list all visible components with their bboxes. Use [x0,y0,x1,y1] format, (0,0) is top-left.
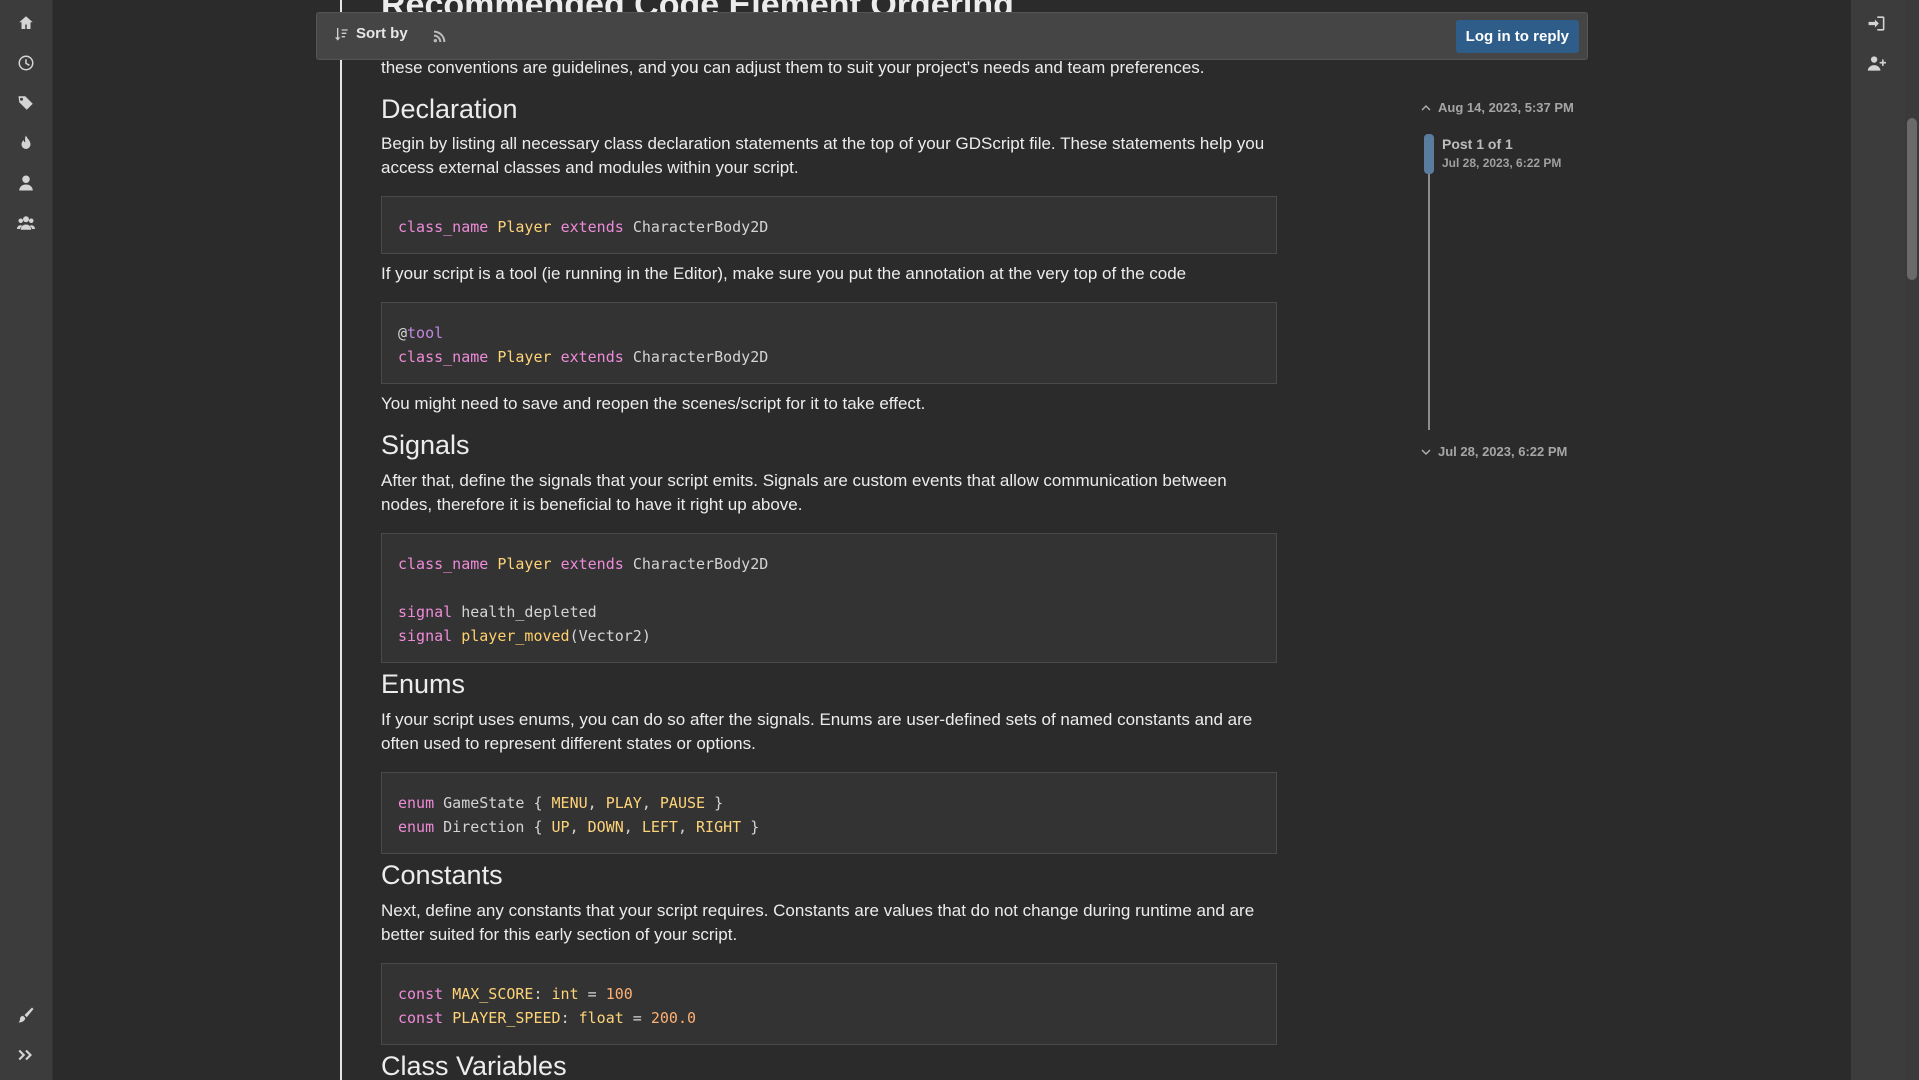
fire-icon[interactable] [14,131,38,155]
sort-button[interactable]: Sort by [333,25,408,42]
users-icon[interactable] [14,211,38,235]
expand-icon[interactable] [14,1043,38,1067]
enums-text: If your script uses enums, you can do so… [381,710,1253,753]
code-block-constants[interactable]: const MAX_SCORE: int = 100 const PLAYER_… [381,963,1277,1045]
heading-signals: Signals [381,430,470,460]
timeline-post-count: Post 1 of 1 [1442,136,1513,152]
rss-icon[interactable] [432,28,448,44]
declaration-text: Begin by listing all necessary class dec… [381,134,1265,177]
code-block-enums[interactable]: enum GameState { MENU, PLAY, PAUSE } enu… [381,772,1277,854]
timeline-handle[interactable] [1424,134,1434,174]
heading-class-variables: Class Variables [381,1051,567,1080]
reopen-text: You might need to save and reopen the sc… [381,394,926,413]
heading-declaration: Declaration [381,94,518,124]
tags-icon[interactable] [14,91,38,115]
chevron-down-icon [1421,449,1431,455]
content-divider [340,0,342,1080]
scrollbar-thumb[interactable] [1907,118,1917,280]
log-in-to-reply-button[interactable]: Log in to reply [1455,20,1579,53]
timeline-track [1428,136,1430,430]
code-block-signals[interactable]: class_name Player extends CharacterBody2… [381,533,1277,663]
intro-text: these conventions are guidelines, and yo… [381,58,1205,77]
home-icon[interactable] [14,11,38,35]
user-icon[interactable] [14,171,38,195]
user-plus-icon[interactable] [1863,50,1889,76]
sort-icon [335,27,348,41]
timeline-bottom-date[interactable]: Jul 28, 2023, 6:22 PM [1420,444,1567,459]
constants-text: Next, define any constants that your scr… [381,901,1255,944]
code-block-tool[interactable]: @tool class_name Player extends Characte… [381,302,1277,384]
signals-text: After that, define the signals that your… [381,471,1227,514]
timeline-post-date: Jul 28, 2023, 6:22 PM [1442,156,1562,170]
right-sidebar [1851,0,1919,1080]
code-block-declaration[interactable]: class_name Player extends CharacterBody2… [381,196,1277,254]
topic-toolbar: Sort by Log in to reply [316,12,1588,60]
sort-label: Sort by [356,25,408,42]
clock-icon[interactable] [14,51,38,75]
tool-text: If your script is a tool (ie running in … [381,264,1187,283]
heading-enums: Enums [381,669,466,699]
brush-icon[interactable] [14,1003,38,1027]
scrollbar-track[interactable] [1905,0,1919,1080]
heading-constants: Constants [381,860,503,890]
left-sidebar [0,0,53,1080]
timeline-top-date[interactable]: Aug 14, 2023, 5:37 PM [1420,100,1574,115]
sign-in-icon[interactable] [1863,10,1889,36]
chevron-up-icon [1421,104,1431,110]
